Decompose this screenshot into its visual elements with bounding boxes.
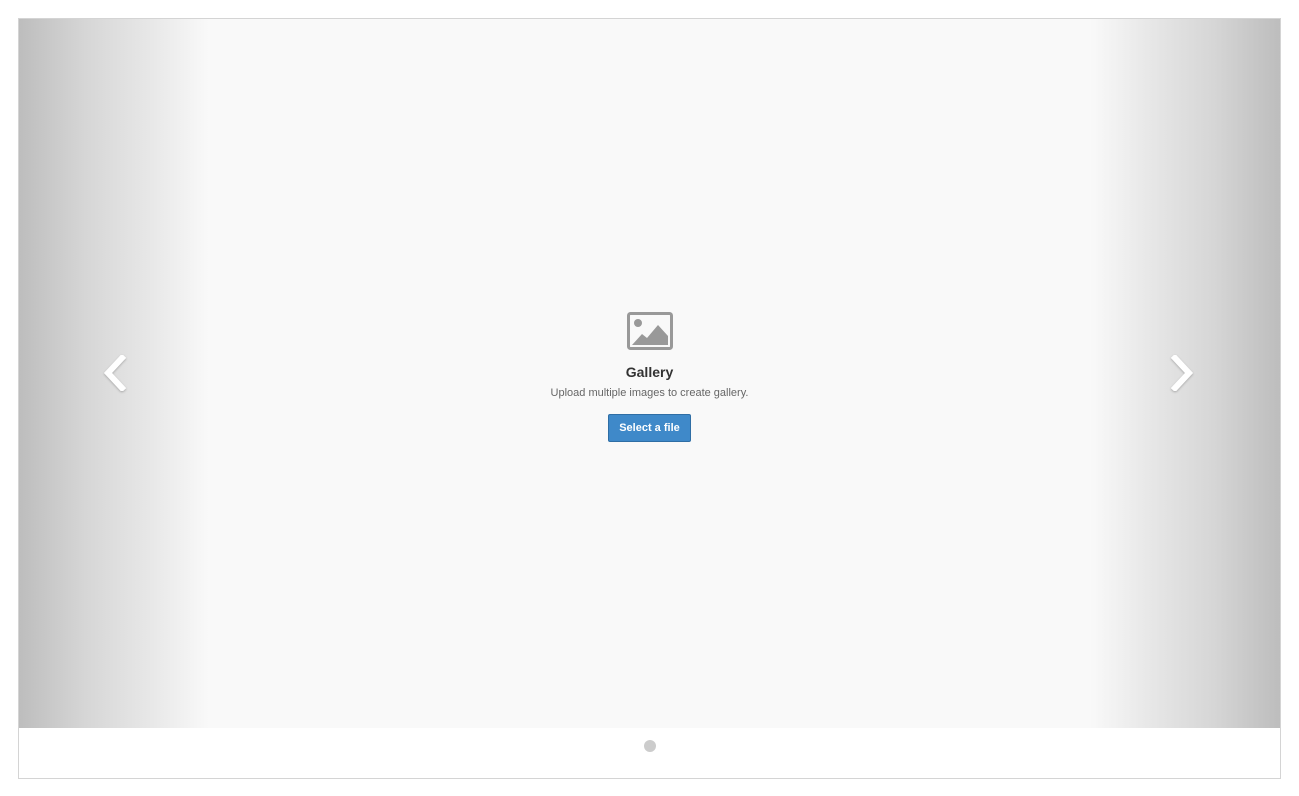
gallery-title: Gallery xyxy=(625,364,674,380)
gallery-description: Upload multiple images to create gallery… xyxy=(550,387,749,399)
image-icon xyxy=(626,312,673,350)
gallery-widget: Gallery Upload multiple images to create… xyxy=(18,18,1281,779)
slide-stage: Gallery Upload multiple images to create… xyxy=(19,19,1280,728)
select-file-button[interactable]: Select a file xyxy=(608,414,691,442)
pager-dot[interactable] xyxy=(643,740,656,752)
empty-gallery-placeholder: Gallery Upload multiple images to create… xyxy=(19,312,1280,442)
pager-bar xyxy=(19,728,1280,778)
